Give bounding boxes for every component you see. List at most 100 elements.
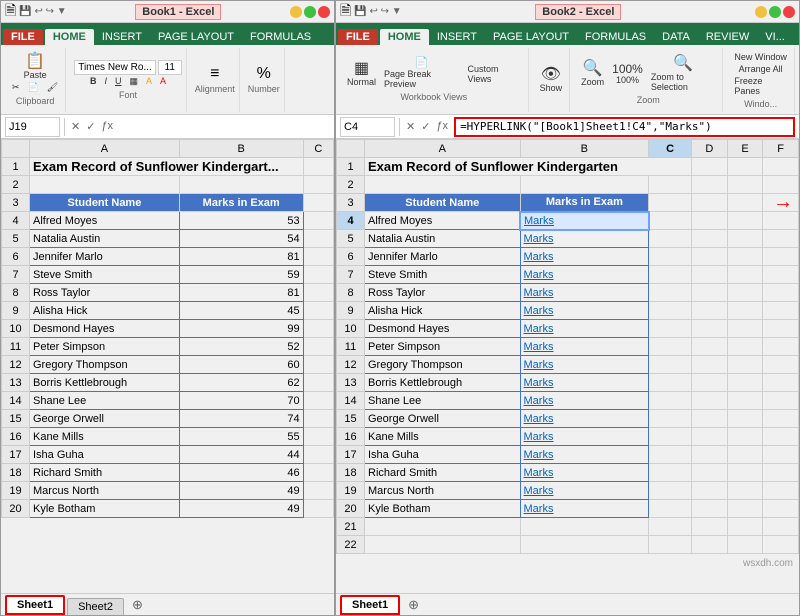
student-name-cell-right[interactable]: Jennifer Marlo: [365, 248, 521, 266]
paste-btn-left[interactable]: 📋 Paste: [21, 53, 50, 81]
underline-btn-left[interactable]: U: [112, 75, 125, 87]
fill-btn-left[interactable]: A: [143, 75, 155, 87]
student-name-cell-left[interactable]: George Orwell: [30, 410, 180, 428]
student-name-cell-left[interactable]: Ross Taylor: [30, 284, 180, 302]
show-btn-right[interactable]: 👁 Show: [537, 66, 566, 94]
pagelayout-tab-left[interactable]: PAGE LAYOUT: [150, 29, 242, 45]
confirm-formula-icon-right[interactable]: ✓: [419, 120, 432, 133]
font-size-select-left[interactable]: 11: [158, 60, 182, 75]
student-name-cell-right[interactable]: Ross Taylor: [365, 284, 521, 302]
marks-cell-left[interactable]: 62: [179, 374, 303, 392]
col-c-header-right[interactable]: C: [649, 140, 692, 158]
normal-btn-right[interactable]: ▦ Normal 📄 Page Break Preview Custom Vie…: [344, 57, 524, 90]
marks-cell-left[interactable]: 70: [179, 392, 303, 410]
marks-cell-left[interactable]: 46: [179, 464, 303, 482]
marks-link-cell-right[interactable]: Marks: [520, 284, 649, 302]
student-name-cell-left[interactable]: Marcus North: [30, 482, 180, 500]
minimize-btn-left[interactable]: [290, 6, 302, 18]
marks-link-cell-right[interactable]: Marks: [520, 464, 649, 482]
confirm-formula-icon-left[interactable]: ✓: [84, 120, 97, 133]
marks-link-cell-right[interactable]: Marks: [520, 230, 649, 248]
pagelayout-tab-right[interactable]: PAGE LAYOUT: [485, 29, 577, 45]
maximize-btn-right[interactable]: [769, 6, 781, 18]
new-window-btn-right[interactable]: New Window: [731, 51, 790, 63]
marks-cell-left[interactable]: 81: [179, 284, 303, 302]
marks-link-cell-right[interactable]: Marks: [520, 410, 649, 428]
borders-btn-left[interactable]: ▦: [126, 75, 141, 88]
maximize-btn-left[interactable]: [304, 6, 316, 18]
marks-cell-left[interactable]: 52: [179, 338, 303, 356]
cancel-formula-icon-left[interactable]: ✕: [69, 120, 82, 133]
arrange-all-btn-right[interactable]: Arrange All: [736, 63, 786, 75]
name-box-left[interactable]: J19: [5, 117, 60, 137]
add-sheet-btn-right[interactable]: ⊕: [402, 595, 425, 615]
student-name-cell-left[interactable]: Desmond Hayes: [30, 320, 180, 338]
custom-views-btn-right[interactable]: Custom Views: [465, 63, 524, 85]
col-f-header-right[interactable]: F: [763, 140, 799, 158]
marks-link-cell-right[interactable]: Marks: [520, 212, 649, 230]
student-name-cell-right[interactable]: Desmond Hayes: [365, 320, 521, 338]
format-painter-btn-left[interactable]: 🖌: [44, 81, 61, 94]
data-tab-right[interactable]: DATA: [654, 29, 698, 45]
font-color-btn-left[interactable]: A: [157, 75, 169, 87]
marks-cell-left[interactable]: 59: [179, 266, 303, 284]
student-name-cell-right[interactable]: Kyle Botham: [365, 500, 521, 518]
marks-cell-left[interactable]: 54: [179, 230, 303, 248]
home-tab-left[interactable]: HOME: [45, 29, 94, 45]
font-name-select-left[interactable]: Times New Ro...: [74, 60, 156, 75]
file-tab-left[interactable]: FILE: [3, 29, 43, 45]
marks-cell-left[interactable]: 44: [179, 446, 303, 464]
formulas-tab-right[interactable]: FORMULAS: [577, 29, 654, 45]
page-break-btn-right[interactable]: 📄 Page Break Preview: [381, 57, 463, 90]
marks-cell-left[interactable]: 74: [179, 410, 303, 428]
name-box-right[interactable]: C4: [340, 117, 395, 137]
bold-btn-left[interactable]: B: [87, 75, 100, 87]
sheet1-tab-left[interactable]: Sheet1: [5, 595, 65, 615]
formulas-tab-left[interactable]: FORMULAS: [242, 29, 319, 45]
marks-link-cell-right[interactable]: Marks: [520, 302, 649, 320]
marks-cell-left[interactable]: 49: [179, 500, 303, 518]
title-cell-left[interactable]: Exam Record of Sunflower Kindergart...: [30, 158, 304, 176]
marks-link-cell-right[interactable]: Marks: [520, 482, 649, 500]
student-name-cell-right[interactable]: Marcus North: [365, 482, 521, 500]
student-name-cell-right[interactable]: Alisha Hick: [365, 302, 521, 320]
student-name-cell-right[interactable]: George Orwell: [365, 410, 521, 428]
col-e-header-right[interactable]: E: [727, 140, 763, 158]
marks-cell-left[interactable]: 81: [179, 248, 303, 266]
student-name-cell-left[interactable]: Shane Lee: [30, 392, 180, 410]
cancel-formula-icon-right[interactable]: ✕: [404, 120, 417, 133]
student-name-cell-left[interactable]: Borris Kettlebrough: [30, 374, 180, 392]
student-name-cell-left[interactable]: Isha Guha: [30, 446, 180, 464]
marks-link-cell-right[interactable]: Marks: [520, 428, 649, 446]
freeze-panes-btn-right[interactable]: Freeze Panes: [731, 75, 790, 97]
student-name-cell-right[interactable]: Peter Simpson: [365, 338, 521, 356]
file-tab-right[interactable]: FILE: [338, 29, 378, 45]
col-c-header-left[interactable]: C: [303, 140, 333, 158]
marks-link-cell-right[interactable]: Marks: [520, 374, 649, 392]
student-name-cell-left[interactable]: Kyle Botham: [30, 500, 180, 518]
student-name-cell-left[interactable]: Peter Simpson: [30, 338, 180, 356]
zoom-sel-btn-right[interactable]: 🔍 Zoom to Selection: [648, 55, 719, 93]
col-b-header-right[interactable]: B: [520, 140, 649, 158]
marks-link-cell-right[interactable]: Marks: [520, 356, 649, 374]
marks-link-cell-right[interactable]: Marks: [520, 320, 649, 338]
marks-link-cell-right[interactable]: Marks: [520, 248, 649, 266]
student-name-cell-left[interactable]: Gregory Thompson: [30, 356, 180, 374]
student-name-cell-left[interactable]: Alisha Hick: [30, 302, 180, 320]
sheet1-tab-right[interactable]: Sheet1: [340, 595, 400, 615]
insert-tab-right[interactable]: INSERT: [429, 29, 485, 45]
formula-input-left[interactable]: [119, 117, 330, 137]
student-name-cell-left[interactable]: Natalia Austin: [30, 230, 180, 248]
student-name-cell-right[interactable]: Isha Guha: [365, 446, 521, 464]
zoom-pct-btn-right[interactable]: 100% 100%: [609, 62, 646, 86]
sheet2-tab-left[interactable]: Sheet2: [67, 598, 124, 615]
add-sheet-btn-left[interactable]: ⊕: [126, 595, 149, 615]
student-name-cell-right[interactable]: Natalia Austin: [365, 230, 521, 248]
col-b-header-left[interactable]: B: [179, 140, 303, 158]
close-btn-right[interactable]: [783, 6, 795, 18]
col-d-header-right[interactable]: D: [692, 140, 728, 158]
student-name-cell-right[interactable]: Alfred Moyes: [365, 212, 521, 230]
marks-link-cell-right[interactable]: Marks: [520, 392, 649, 410]
review-tab-right[interactable]: REVIEW: [698, 29, 757, 45]
home-tab-right[interactable]: HOME: [380, 29, 429, 45]
